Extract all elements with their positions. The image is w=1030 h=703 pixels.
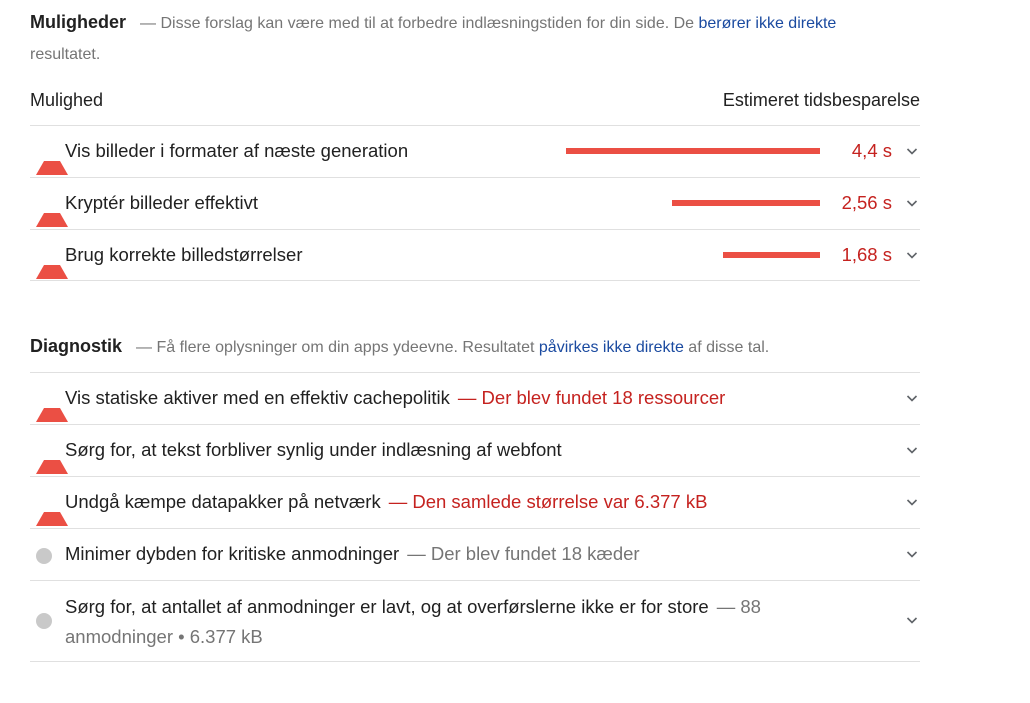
diagnostic-row[interactable]: Undgå kæmpe datapakker på netværk — Den s… (30, 476, 920, 529)
diagnostic-detail: — Der blev fundet 18 ressourcer (457, 387, 726, 408)
diagnostic-row[interactable]: Vis statiske aktiver med en effektiv cac… (30, 372, 920, 425)
opportunity-row[interactable]: Kryptér billeder effektivt 2,56 s (30, 177, 920, 230)
savings-bar (672, 200, 820, 206)
diagnostic-label: Sørg for, at tekst forbliver synlig unde… (65, 439, 562, 460)
chevron-down-icon[interactable] (904, 612, 920, 628)
savings-value: 2,56 s (841, 192, 892, 213)
chevron-down-icon[interactable] (904, 195, 920, 211)
diagnostic-label: Sørg for, at antallet af anmodninger er … (65, 596, 709, 617)
chevron-down-icon[interactable] (904, 390, 920, 406)
opportunity-label: Brug korrekte billedstørrelser (65, 244, 303, 265)
column-opportunity: Mulighed (30, 90, 104, 110)
diagnostics-title: Diagnostik (30, 336, 123, 356)
red-triangle-icon (36, 392, 68, 422)
diagnostics-description: — Få flere oplysninger om din apps ydeev… (136, 339, 539, 356)
diagnostics-learn-more-link[interactable]: påvirkes ikke direkte (539, 339, 684, 356)
red-triangle-icon (36, 197, 68, 227)
opportunities-description-end: resultatet. (30, 46, 101, 63)
opportunity-row[interactable]: Brug korrekte billedstørrelser 1,68 s (30, 229, 920, 282)
opportunities-title: Muligheder (30, 12, 127, 32)
divider (30, 280, 920, 281)
diagnostic-label: Undgå kæmpe datapakker på netværk (65, 491, 381, 512)
red-triangle-icon (36, 444, 68, 474)
diagnostics-description-end: af disse tal. (683, 339, 770, 356)
divider (30, 661, 920, 662)
opportunities-column-header: Mulighed Estimeret tidsbesparelse (30, 88, 920, 118)
savings-bar (566, 148, 820, 154)
chevron-down-icon[interactable] (904, 442, 920, 458)
opportunities-learn-more-link[interactable]: berører ikke direkte (699, 15, 837, 32)
red-triangle-icon (36, 249, 68, 279)
grey-circle-icon (36, 613, 52, 629)
opportunities-description: — Disse forslag kan være med til at forb… (140, 15, 699, 32)
savings-value: 1,68 s (841, 244, 892, 265)
chevron-down-icon[interactable] (904, 546, 920, 562)
opportunity-row[interactable]: Vis billeder i formater af næste generat… (30, 125, 920, 178)
diagnostic-detail: — Der blev fundet 18 kæder (407, 543, 640, 564)
savings-bar (723, 252, 820, 258)
grey-circle-icon (36, 548, 52, 564)
diagnostic-label: Vis statiske aktiver med en effektiv cac… (65, 387, 450, 408)
opportunities-header: Muligheder — Disse forslag kan være med t… (30, 7, 890, 70)
diagnostics-header: Diagnostik — Få flere oplysninger om din … (30, 331, 920, 363)
diagnostic-detail: — Den samlede størrelse var 6.377 kB (388, 491, 708, 512)
chevron-down-icon[interactable] (904, 247, 920, 263)
red-triangle-icon (36, 496, 68, 526)
chevron-down-icon[interactable] (904, 494, 920, 510)
savings-value: 4,4 s (851, 140, 892, 161)
diagnostic-label: Minimer dybden for kritiske anmodninger (65, 543, 400, 564)
chevron-down-icon[interactable] (904, 143, 920, 159)
opportunity-label: Kryptér billeder effektivt (65, 192, 258, 213)
column-estimated-savings: Estimeret tidsbesparelse (722, 90, 920, 110)
diagnostic-row[interactable]: Sørg for, at tekst forbliver synlig unde… (30, 424, 920, 477)
red-triangle-icon (36, 145, 68, 175)
diagnostic-row[interactable]: Minimer dybden for kritiske anmodninger —… (30, 528, 920, 581)
diagnostic-row[interactable]: Sørg for, at antallet af anmodninger er … (30, 580, 920, 661)
opportunity-label: Vis billeder i formater af næste generat… (65, 140, 409, 161)
